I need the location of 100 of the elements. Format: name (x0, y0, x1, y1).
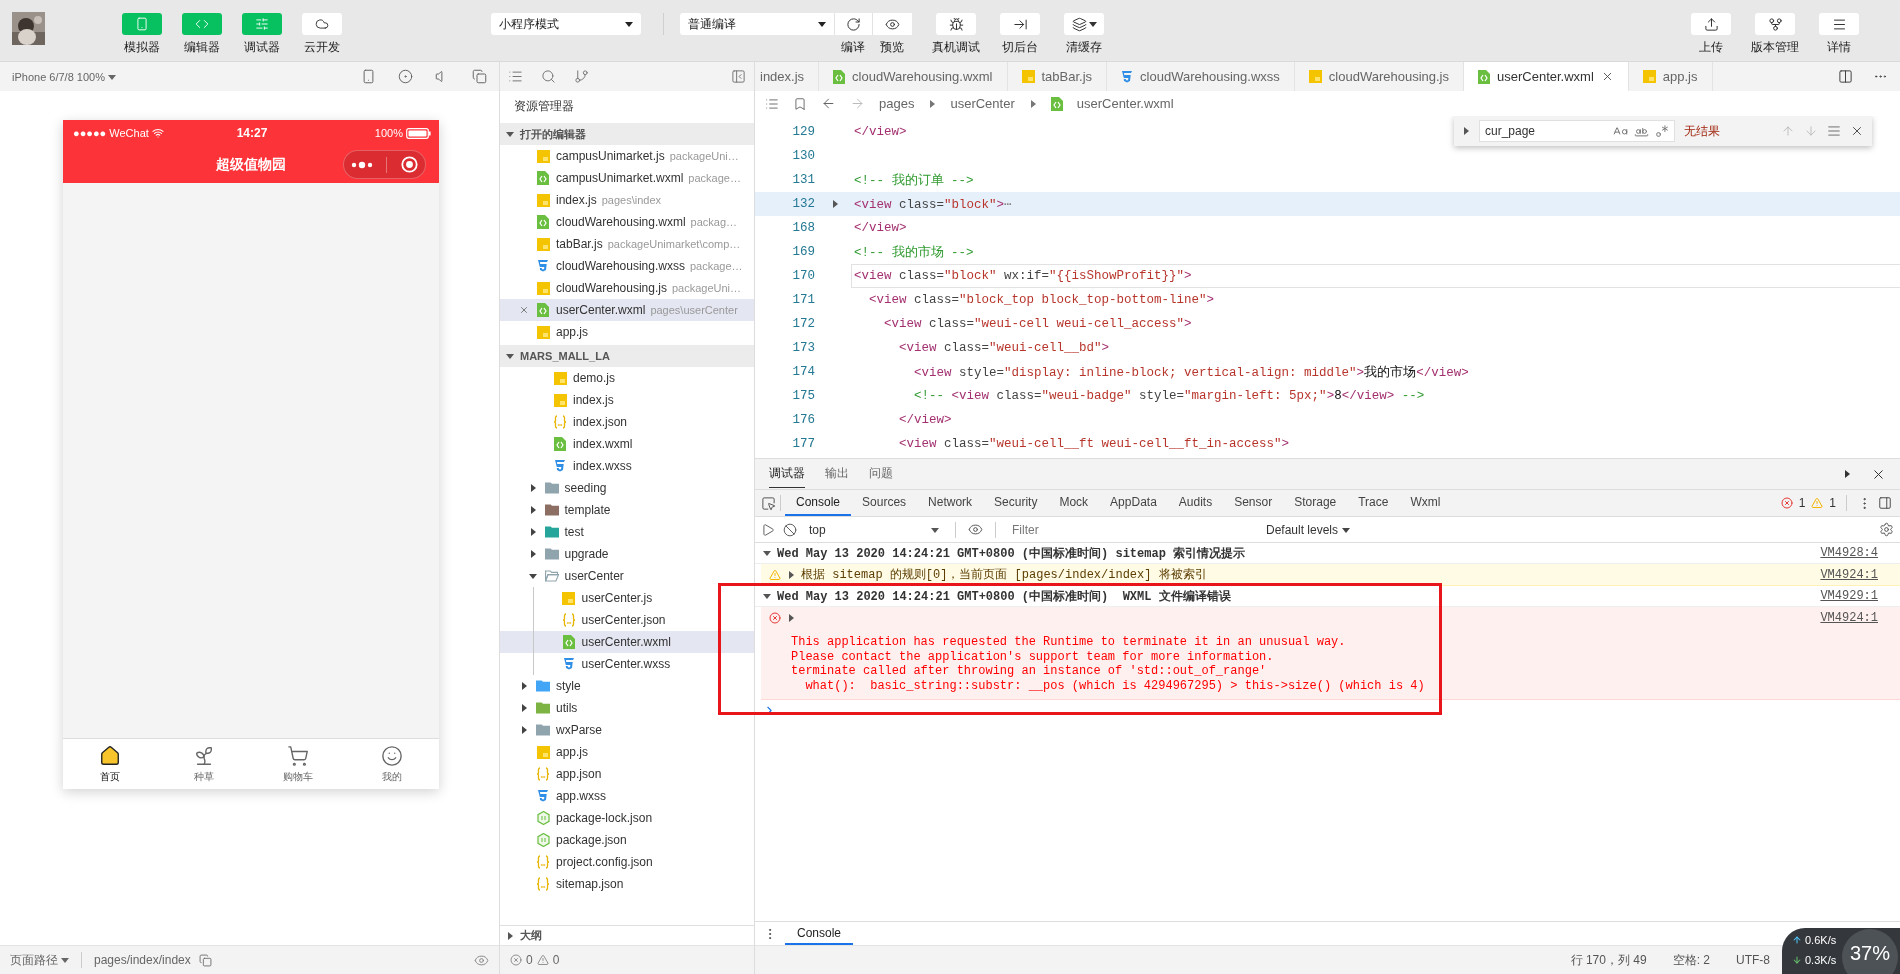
source-link[interactable]: VM4929:1 (1820, 589, 1878, 603)
devtools-tab[interactable]: Network (917, 490, 984, 516)
file-item[interactable]: project.config.json (500, 851, 754, 873)
open-editor-item[interactable]: cloudWarehousing.js packageUni… (500, 277, 754, 299)
dots-icon[interactable] (350, 160, 373, 169)
source-link[interactable]: VM4924:1 (1820, 567, 1878, 582)
bookmark-icon[interactable] (793, 96, 807, 111)
open-editor-item[interactable]: userCenter.wxml pages\userCenter (500, 299, 754, 321)
breadcrumb-item[interactable]: pages (879, 96, 915, 111)
back-icon[interactable] (821, 96, 836, 111)
caret-icon[interactable] (528, 572, 537, 580)
page-path-select[interactable]: 页面路径 (10, 951, 69, 969)
file-item[interactable]: app.wxss (500, 785, 754, 807)
devtools-tab[interactable]: Audits (1167, 490, 1224, 516)
settings-icon[interactable] (1879, 522, 1894, 537)
copy-icon[interactable] (198, 953, 212, 967)
collapse-panel-icon[interactable] (731, 69, 746, 84)
levels-select[interactable]: Default levels (1266, 522, 1351, 537)
caret-icon[interactable] (520, 726, 528, 734)
caret-icon[interactable] (528, 528, 537, 536)
folder-item[interactable]: userCenter (500, 565, 754, 587)
tab-bar-item[interactable]: 购物车 (251, 739, 345, 789)
phone-icon[interactable] (361, 69, 376, 84)
caret-icon[interactable] (520, 682, 528, 690)
file-item[interactable]: package.json (500, 829, 754, 851)
devtools-tab[interactable]: Console (785, 490, 852, 516)
folder-item[interactable]: upgrade (500, 543, 754, 565)
close-icon[interactable] (1850, 124, 1864, 138)
folder-item[interactable]: wxParse (500, 719, 754, 741)
branch-icon[interactable] (574, 69, 589, 84)
record-icon[interactable] (398, 69, 413, 84)
folder-item[interactable]: test (500, 521, 754, 543)
caret-icon[interactable] (787, 570, 795, 579)
section-header[interactable]: 打开的编辑器 (500, 123, 754, 145)
devtools-tab[interactable]: Sensor (1223, 490, 1284, 516)
devtools-tab[interactable]: Mock (1048, 490, 1100, 516)
file-item[interactable]: userCenter.js (500, 587, 754, 609)
open-editor-item[interactable]: index.js pages\index (500, 189, 754, 211)
list-icon[interactable] (508, 69, 523, 84)
cloud-button[interactable] (302, 13, 342, 35)
details-button[interactable] (1819, 13, 1859, 35)
open-editor-item[interactable]: campusUnimarket.wxml package… (500, 167, 754, 189)
open-editor-item[interactable]: cloudWarehousing.wxml packag… (500, 211, 754, 233)
file-item[interactable]: demo.js (500, 367, 754, 389)
eye-icon[interactable] (968, 522, 983, 537)
tab-bar-item[interactable]: 种草 (157, 739, 251, 789)
context-select[interactable]: top (805, 519, 943, 540)
collapse-arrow-icon[interactable] (1843, 470, 1851, 478)
caret-icon[interactable] (506, 352, 514, 360)
panel-tab[interactable]: 问题 (869, 460, 893, 488)
section-header[interactable]: MARS_MALL_LA (500, 345, 754, 367)
devtools-tab[interactable]: Trace (1347, 490, 1400, 516)
devtools-tab[interactable]: Wxml (1399, 490, 1452, 516)
mode-select[interactable]: 小程序模式 (491, 13, 641, 35)
file-item[interactable]: userCenter.wxss (500, 653, 754, 675)
file-item[interactable]: app.json (500, 763, 754, 785)
find-input[interactable]: cur_page (1485, 124, 1607, 138)
caret-icon[interactable] (528, 550, 537, 558)
caret-icon[interactable] (787, 614, 795, 622)
folder-item[interactable]: utils (500, 697, 754, 719)
dock-icon[interactable] (1878, 496, 1892, 510)
panel-tab[interactable]: 调试器 (769, 460, 805, 488)
tab-bar-item[interactable]: 我的 (345, 739, 439, 789)
compile-button[interactable] (834, 13, 872, 35)
caret-icon[interactable] (506, 130, 514, 138)
file-item[interactable]: userCenter.wxml (500, 631, 754, 653)
windows-icon[interactable] (472, 69, 487, 84)
open-editor-item[interactable]: app.js (500, 321, 754, 343)
open-editor-item[interactable]: campusUnimarket.js packageUni… (500, 145, 754, 167)
remote-debug-button[interactable] (936, 13, 976, 35)
split-icon[interactable] (1838, 69, 1853, 84)
folder-item[interactable]: seeding (500, 477, 754, 499)
preview-button[interactable] (872, 13, 912, 35)
file-item[interactable]: app.js (500, 741, 754, 763)
background-button[interactable] (1000, 13, 1040, 35)
caret-icon[interactable] (763, 549, 771, 557)
cursor-position[interactable]: 行 170，列 49 (1570, 951, 1647, 969)
indent-setting[interactable]: 空格: 2 (1672, 951, 1710, 969)
caret-icon[interactable] (763, 592, 771, 600)
panel-tab[interactable]: 输出 (825, 460, 849, 488)
sidebar-toggle-icon[interactable] (761, 522, 775, 537)
caret-icon[interactable] (528, 506, 537, 514)
folder-item[interactable]: template (500, 499, 754, 521)
devtools-tab[interactable]: AppData (1099, 490, 1168, 516)
tab-bar-item[interactable]: 首页 (63, 739, 157, 789)
device-select[interactable]: iPhone 6/7/8 100% (12, 70, 116, 83)
encoding-setting[interactable]: UTF-8 (1736, 953, 1770, 967)
source-link[interactable]: VM4928:4 (1820, 546, 1878, 560)
regex-icon[interactable] (1655, 124, 1669, 138)
file-item[interactable]: index.json (500, 411, 754, 433)
open-editor-item[interactable]: tabBar.js packageUnimarket\comp… (500, 233, 754, 255)
toggle-replace-icon[interactable] (1462, 127, 1470, 135)
upload-button[interactable] (1691, 13, 1731, 35)
devtools-tab[interactable]: Sources (851, 490, 918, 516)
file-item[interactable]: index.wxss (500, 455, 754, 477)
breadcrumb-item[interactable]: userCenter.wxml (1076, 96, 1174, 111)
caret-icon[interactable] (506, 931, 514, 940)
file-item[interactable]: package-lock.json (500, 807, 754, 829)
file-item[interactable]: userCenter.json (500, 609, 754, 631)
version-button[interactable] (1755, 13, 1795, 35)
